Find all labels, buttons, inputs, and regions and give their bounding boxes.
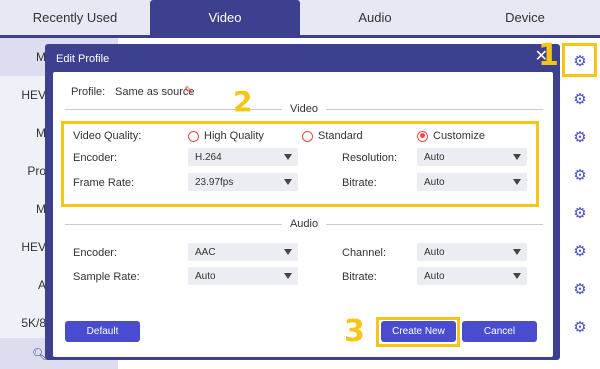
video-section-title: Video (290, 103, 318, 115)
default-button[interactable]: Default (65, 321, 140, 342)
gear-icon[interactable]: ⚙ (572, 92, 588, 108)
audio-section-header: Audio (65, 218, 544, 230)
profile-label: Profile: (71, 86, 106, 98)
chevron-down-icon (513, 273, 521, 279)
chevron-down-icon (284, 273, 292, 279)
tab-audio[interactable]: Audio (300, 0, 450, 35)
gear-icon[interactable]: ⚙ (572, 206, 588, 222)
dialog-body: Profile: Same as source ✎ Video Video Qu… (53, 72, 553, 357)
channel-value: Auto (424, 246, 445, 258)
audio-bitrate-label: Bitrate: (342, 271, 377, 283)
channel-label: Channel: (342, 247, 387, 259)
audio-encoder-label: Encoder: (73, 247, 118, 259)
audio-bitrate-select[interactable]: Auto (417, 267, 527, 285)
highlight-box-gear (562, 43, 597, 77)
tab-device[interactable]: Device (450, 0, 600, 35)
highlight-box-create-new (376, 317, 460, 347)
channel-select[interactable]: Auto (417, 243, 527, 261)
gear-icon[interactable]: ⚙ (572, 168, 588, 184)
highlight-box-video-settings (61, 121, 539, 207)
pencil-icon[interactable]: ✎ (184, 84, 193, 97)
sample-rate-select[interactable]: Auto (188, 267, 298, 285)
step-number-1: 1 (538, 38, 559, 73)
video-section-header: Video (65, 103, 543, 115)
gear-icon[interactable]: ⚙ (572, 130, 588, 146)
cancel-button[interactable]: Cancel (462, 321, 537, 342)
gear-icon[interactable]: ⚙ (572, 244, 588, 260)
profile-value: Same as source (115, 86, 195, 98)
audio-encoder-select[interactable]: AAC (188, 243, 298, 261)
audio-encoder-value: AAC (195, 246, 216, 258)
step-number-2: 2 (233, 85, 253, 118)
gear-icon[interactable]: ⚙ (572, 282, 588, 298)
chevron-down-icon (513, 249, 521, 255)
chevron-down-icon (284, 249, 292, 255)
dialog-title: Edit Profile (56, 53, 110, 65)
step-number-3: 3 (344, 314, 365, 349)
audio-bitrate-value: Auto (424, 270, 445, 282)
gear-icon[interactable]: ⚙ (572, 320, 588, 336)
audio-section-title: Audio (289, 218, 319, 230)
tab-recently-used[interactable]: Recently Used (0, 0, 150, 35)
format-tabs: Recently Used Video Audio Device (0, 0, 600, 38)
sample-rate-label: Sample Rate: (73, 271, 140, 283)
tab-video[interactable]: Video (150, 0, 300, 35)
profile-settings-column: ⚙ ⚙ ⚙ ⚙ ⚙ ⚙ ⚙ ⚙ (560, 38, 600, 369)
sample-rate-value: Auto (195, 270, 216, 282)
